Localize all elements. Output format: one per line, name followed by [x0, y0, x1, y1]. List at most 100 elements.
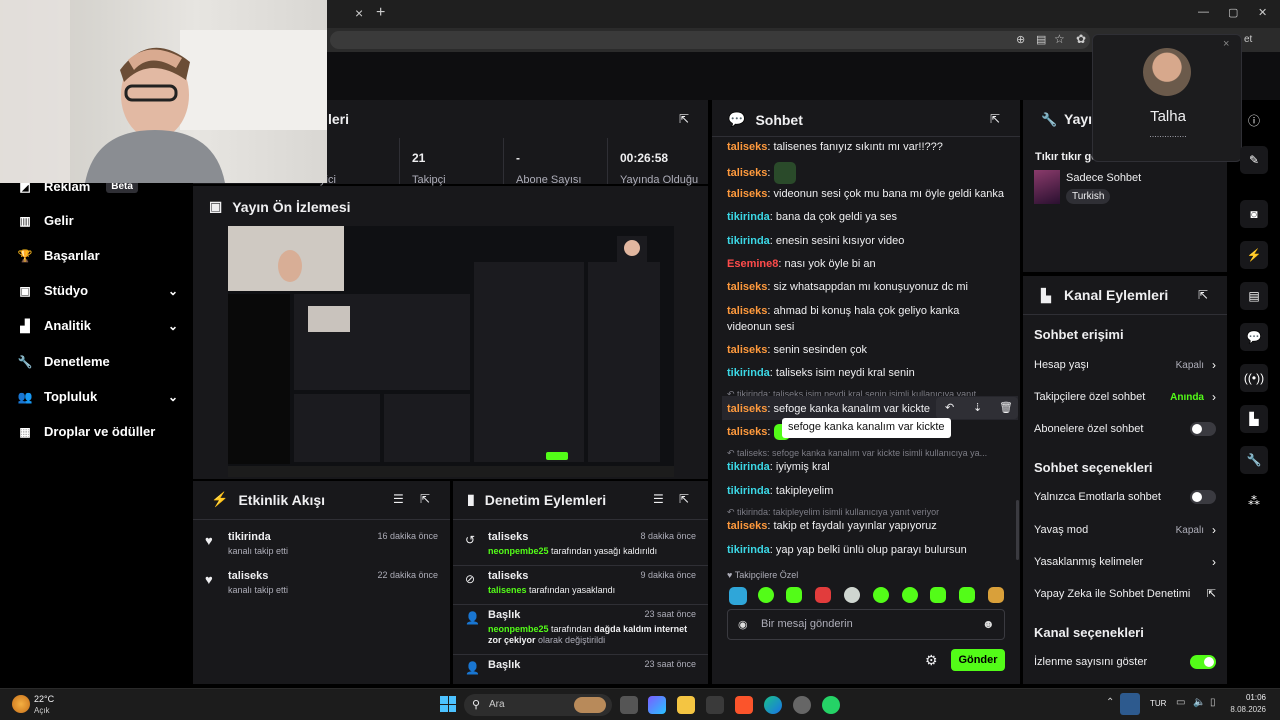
close-tab-icon[interactable]: × [355, 5, 363, 21]
stream-preview-video[interactable] [228, 226, 674, 477]
sidebar-item-topluluk[interactable]: 👥 Topluluk ⌄ [18, 389, 178, 404]
task-view-icon[interactable] [620, 696, 638, 714]
setting-subscribers-only-chat[interactable]: Abonelere özel sohbet [1034, 422, 1216, 436]
chat-username[interactable]: tikirinda [727, 235, 770, 247]
chat-message[interactable]: Esemine8: nası yok öyle bi an [727, 256, 1005, 272]
chat-username[interactable]: taliseks [727, 188, 767, 200]
reply-icon[interactable]: ↶ [945, 401, 954, 414]
emote-icon[interactable] [758, 587, 774, 603]
chat-username[interactable]: taliseks [727, 281, 767, 293]
sidebar-item-analitik[interactable]: ▟ Analitik ⌄ [18, 318, 178, 333]
setting-banned-words[interactable]: Yasaklanmış kelimeler › [1034, 555, 1216, 569]
chat-username[interactable]: tikirinda [727, 485, 770, 497]
camera-icon[interactable]: ◙ [1240, 200, 1268, 228]
chat-message[interactable]: tikirinda: bana da çok geldi ya ses [727, 209, 1005, 225]
close-window-button[interactable]: ✕ [1258, 6, 1267, 19]
send-button[interactable]: Gönder [951, 649, 1005, 671]
sidebar-item-basarilar[interactable]: 🏆 Başarılar [18, 248, 178, 263]
lightning-icon[interactable]: ⚡ [1240, 241, 1268, 269]
tray-chevron-icon[interactable]: ⌃ [1106, 697, 1114, 708]
chat-message[interactable]: taliseks: ahmad bi konuş hala çok geliyo… [727, 303, 1005, 335]
chat-username[interactable]: tikirinda [727, 544, 770, 556]
battery-icon[interactable]: ▯ [1210, 697, 1216, 708]
microphone-icon[interactable] [1120, 693, 1140, 715]
reader-icon[interactable]: ▤ [1036, 33, 1046, 46]
chat-message[interactable]: tikirinda: taliseks isim neydi kral seni… [727, 365, 1005, 381]
chat-username[interactable]: taliseks [727, 344, 767, 356]
popout-icon[interactable]: ⇱ [679, 112, 689, 126]
sidebar-item-studyo[interactable]: ▣ Stüdyo ⌄ [18, 283, 178, 298]
zoom-icon[interactable]: ⊕ [1016, 33, 1025, 46]
wrench-icon[interactable]: 🔧 [1240, 446, 1268, 474]
emote-icon[interactable] [873, 587, 889, 603]
settings-app-icon[interactable] [793, 696, 811, 714]
broadcast-icon[interactable]: ((•)) [1240, 364, 1268, 392]
chat-message[interactable]: taliseks: siz whatsappdan mı konuşuyonuz… [727, 279, 1005, 295]
chat-username[interactable]: taliseks [727, 520, 767, 532]
weather-temp[interactable]: 22°C [34, 694, 54, 704]
setting-show-viewers[interactable]: İzlenme sayısını göster [1034, 655, 1216, 669]
trash-icon[interactable]: 🗑 [999, 401, 1013, 414]
document-icon[interactable]: ▤ [1240, 282, 1268, 310]
chat-message[interactable]: tikirinda: yap yap belki ünlü olup paray… [727, 542, 1005, 558]
language-tag[interactable]: Turkish [1066, 189, 1111, 204]
setting-slow-mode[interactable]: Yavaş mod Kapalı › [1034, 523, 1216, 537]
filter-icon[interactable]: ☰ [393, 492, 404, 506]
store-icon[interactable] [706, 696, 724, 714]
subscribers-toggle[interactable] [1190, 422, 1216, 436]
reply-reference[interactable]: ↶ tikirinda: takipleyelim isimli kullanı… [727, 507, 1005, 518]
whatsapp-icon[interactable] [822, 696, 840, 714]
chat-username[interactable]: Esemine8 [727, 258, 778, 270]
clock-time[interactable]: 01:06 [1232, 693, 1266, 702]
chat-username[interactable]: taliseks [727, 141, 767, 153]
maximize-button[interactable]: ▢ [1228, 6, 1238, 19]
setting-emote-only[interactable]: Yalnızca Emotlarla sohbet [1034, 490, 1216, 504]
category-thumbnail[interactable] [1034, 170, 1060, 204]
file-explorer-icon[interactable] [677, 696, 695, 714]
emoji-icon[interactable]: ☻ [982, 617, 995, 631]
emote-icon[interactable] [786, 587, 802, 603]
chat-username[interactable]: taliseks [727, 403, 767, 415]
popout-icon[interactable]: ⇱ [990, 112, 1000, 126]
chat-message[interactable]: taliseks: takip et faydalı yayınlar yapı… [727, 518, 1005, 534]
clock-date[interactable]: 8.08.2026 [1226, 705, 1266, 714]
filter-icon[interactable]: ☰ [653, 492, 664, 506]
chat-username[interactable]: tikirinda [727, 367, 770, 379]
taskbar-search[interactable]: ⚲ Ara [464, 694, 612, 716]
setting-followers-only-chat[interactable]: Takipçilere özel sohbet Anında › [1034, 390, 1216, 404]
chat-message[interactable]: taliseks: [727, 162, 1005, 184]
reply-reference[interactable]: ↶ taliseks: sefoge kanka kanalım var kic… [727, 448, 1005, 459]
emote-only-toggle[interactable] [1190, 490, 1216, 504]
chat-username[interactable]: taliseks [727, 167, 767, 179]
chat-username[interactable]: taliseks [727, 426, 767, 438]
emote-icon[interactable] [902, 587, 918, 603]
brave-icon[interactable] [735, 696, 753, 714]
sidebar-item-gelir[interactable]: ▥ Gelir [18, 213, 178, 228]
chat-message[interactable]: taliseks: videonun sesi çok mu bana mı ö… [727, 186, 1005, 202]
emote-icon[interactable] [988, 587, 1004, 603]
emote-icon[interactable] [959, 587, 975, 603]
moderation-actor[interactable]: neonpembe25 [488, 624, 549, 634]
chat-username[interactable]: tikirinda [727, 461, 770, 473]
category-name[interactable]: Sadece Sohbet [1066, 172, 1141, 184]
sidebar-item-denetleme[interactable]: 🔧 Denetleme [18, 354, 178, 369]
volume-icon[interactable]: 🔈 [1193, 697, 1205, 708]
emote-icon[interactable] [844, 587, 860, 603]
bookmark-star-icon[interactable]: ☆ [1054, 32, 1065, 46]
chat-message[interactable]: tikirinda: enesin sesini kısıyor video [727, 233, 1005, 249]
copilot-icon[interactable] [648, 696, 666, 714]
activity-user[interactable]: tikirinda [228, 531, 288, 543]
network-icon[interactable]: ▭ [1176, 697, 1185, 708]
sidebar-item-droplar[interactable]: ▦ Droplar ve ödüller [18, 424, 178, 439]
minimize-button[interactable]: — [1198, 6, 1209, 18]
setting-ai-moderation[interactable]: Yapay Zeka ile Sohbet Denetimi ⇱ [1034, 587, 1216, 601]
popout-icon[interactable]: ⇱ [679, 492, 689, 506]
popout-icon[interactable]: ⇱ [1198, 288, 1208, 302]
language-indicator[interactable]: TUR [1150, 699, 1166, 708]
extensions-icon[interactable]: ✿ [1076, 32, 1086, 46]
emote-icon[interactable] [815, 587, 831, 603]
new-tab-button[interactable]: + [376, 4, 385, 22]
moderation-actor[interactable]: neonpembe25 [488, 546, 549, 556]
show-viewers-toggle[interactable] [1190, 655, 1216, 669]
channel-actions-icon[interactable]: ▙ [1240, 405, 1268, 433]
